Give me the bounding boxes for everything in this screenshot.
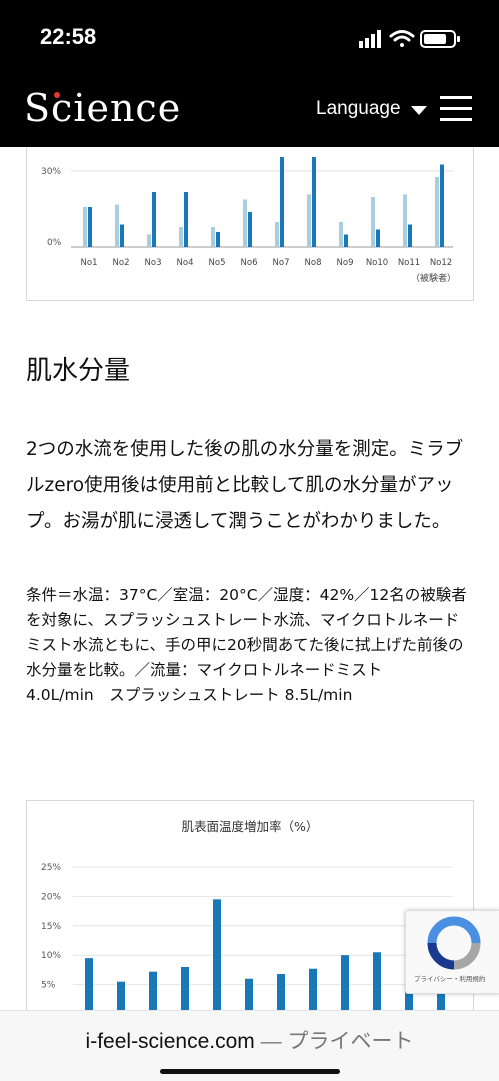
x-tick-label: No10: [366, 258, 388, 268]
y-tick-label: 10%: [41, 951, 61, 961]
bar-after: [152, 192, 156, 247]
x-axis-label: （被験者）: [411, 272, 456, 284]
moisture-bar-chart: 30% 0% （被験者） No1 No2 No3 No4 No5 No6 No7 No8 No9…: [41, 157, 456, 284]
y-tick-label: 15%: [41, 922, 61, 932]
y-tick-30: 30%: [41, 167, 61, 177]
note-line: を対象に、スプラッシュストレート水流、マイクロトルネード: [26, 611, 460, 629]
x-tick-label: No2: [113, 258, 130, 268]
bar: [277, 974, 285, 1014]
bar-before: [275, 222, 279, 247]
bar: [373, 952, 381, 1014]
bar-after: [408, 224, 412, 247]
bar-before: [307, 194, 311, 247]
bar-before: [403, 194, 407, 247]
description-line: 2つの水流を使用した後の肌の水分量を測定。ミラブ: [26, 439, 464, 460]
hamburger-menu-icon[interactable]: [440, 96, 472, 122]
y-tick-label: 5%: [41, 981, 56, 991]
bar-after: [216, 232, 220, 247]
section-description: 2つの水流を使用した後の肌の水分量を測定。ミラブ ルzero使用後は使用前と比較…: [26, 432, 476, 540]
bar-after: [248, 212, 252, 247]
private-label: — プライベート: [254, 1030, 414, 1053]
moisture-chart: 30% 0% （被験者） No1 No2 No3 No4 No5 No6 No7 No8 No9…: [26, 147, 474, 301]
x-tick-label: No11: [398, 258, 420, 268]
chart-title: 肌表面温度増加率（%）: [182, 819, 319, 834]
description-line: ルzero使用後は使用前と比較して肌の水分量がアッ: [26, 475, 454, 496]
bar-before: [371, 197, 375, 247]
language-selector[interactable]: Language: [316, 98, 401, 120]
bar-before: [243, 199, 247, 247]
bar-before: [339, 222, 343, 247]
bar-after: [344, 234, 348, 247]
y-tick-0: 0%: [47, 238, 62, 248]
bar-after: [312, 157, 316, 247]
bar-before: [211, 227, 215, 247]
address-text[interactable]: i-feel-science.com — プライベート: [0, 1025, 499, 1055]
note-line: 4.0L/min スプラッシュストレート 8.5L/min: [26, 686, 353, 704]
battery-icon: [420, 30, 460, 48]
bar: [149, 971, 157, 1014]
bar-before: [83, 207, 87, 247]
note-line: ミスト水流ともに、手の甲に20秒間あてた後に拭上げた前後の: [26, 636, 464, 654]
section-title: 肌水分量: [26, 356, 131, 386]
bar-after: [184, 192, 188, 247]
bar: [181, 966, 189, 1014]
bar: [245, 978, 253, 1014]
x-tick-label: No8: [305, 258, 322, 268]
note-line: 水分量を比較。／流量：マイクロトルネードミスト: [26, 661, 383, 679]
bar-after: [440, 164, 444, 247]
x-tick-label: No5: [209, 258, 226, 268]
bar: [213, 899, 221, 1014]
recaptcha-logo-icon: [427, 916, 481, 970]
cellular-signal-icon: [359, 30, 381, 48]
x-tick-label: No12: [430, 258, 452, 268]
x-tick-label: No9: [337, 258, 354, 268]
bar: [85, 958, 93, 1014]
bar-after: [88, 207, 92, 247]
y-tick-label: 25%: [41, 863, 61, 873]
x-tick-label: No6: [241, 258, 258, 268]
site-header: Science Language: [0, 80, 499, 147]
x-tick-label: No4: [177, 258, 194, 268]
x-tick-label: No1: [81, 258, 98, 268]
note-line: 条件＝水温：37°C／室温：20°C／湿度：42%／12名の被験者: [26, 586, 467, 604]
logo-dot: [54, 92, 60, 98]
bar-before: [147, 234, 151, 247]
wifi-icon: [389, 30, 415, 47]
science-logo[interactable]: Science: [24, 86, 181, 130]
recaptcha-badge[interactable]: プライバシー・利用規約: [405, 910, 499, 994]
bar-after: [280, 157, 284, 247]
recaptcha-footer[interactable]: プライバシー・利用規約: [414, 973, 485, 983]
x-tick-label: No7: [273, 258, 290, 268]
status-time: 22:58: [40, 24, 97, 49]
domain-text: i-feel-science.com: [85, 1030, 255, 1053]
y-tick-label: 20%: [41, 892, 61, 902]
description-line: プ。お湯が肌に浸透して潤うことがわかりました。: [26, 511, 451, 532]
status-icons: [359, 30, 460, 48]
x-tick-label: No3: [145, 258, 162, 268]
bar-before: [115, 204, 119, 247]
bar-after: [120, 224, 124, 247]
bar: [309, 968, 317, 1014]
status-bar: 22:58: [0, 0, 499, 80]
bar-before: [179, 227, 183, 247]
chevron-down-icon[interactable]: [411, 106, 427, 115]
bar-after: [376, 229, 380, 247]
browser-address-bar[interactable]: i-feel-science.com — プライベート: [0, 1010, 499, 1081]
bar: [341, 955, 349, 1014]
bar-before: [435, 177, 439, 247]
test-conditions-note: 条件＝水温：37°C／室温：20°C／湿度：42%／12名の被験者 を対象に、ス…: [26, 583, 476, 708]
home-indicator[interactable]: [160, 1069, 340, 1074]
